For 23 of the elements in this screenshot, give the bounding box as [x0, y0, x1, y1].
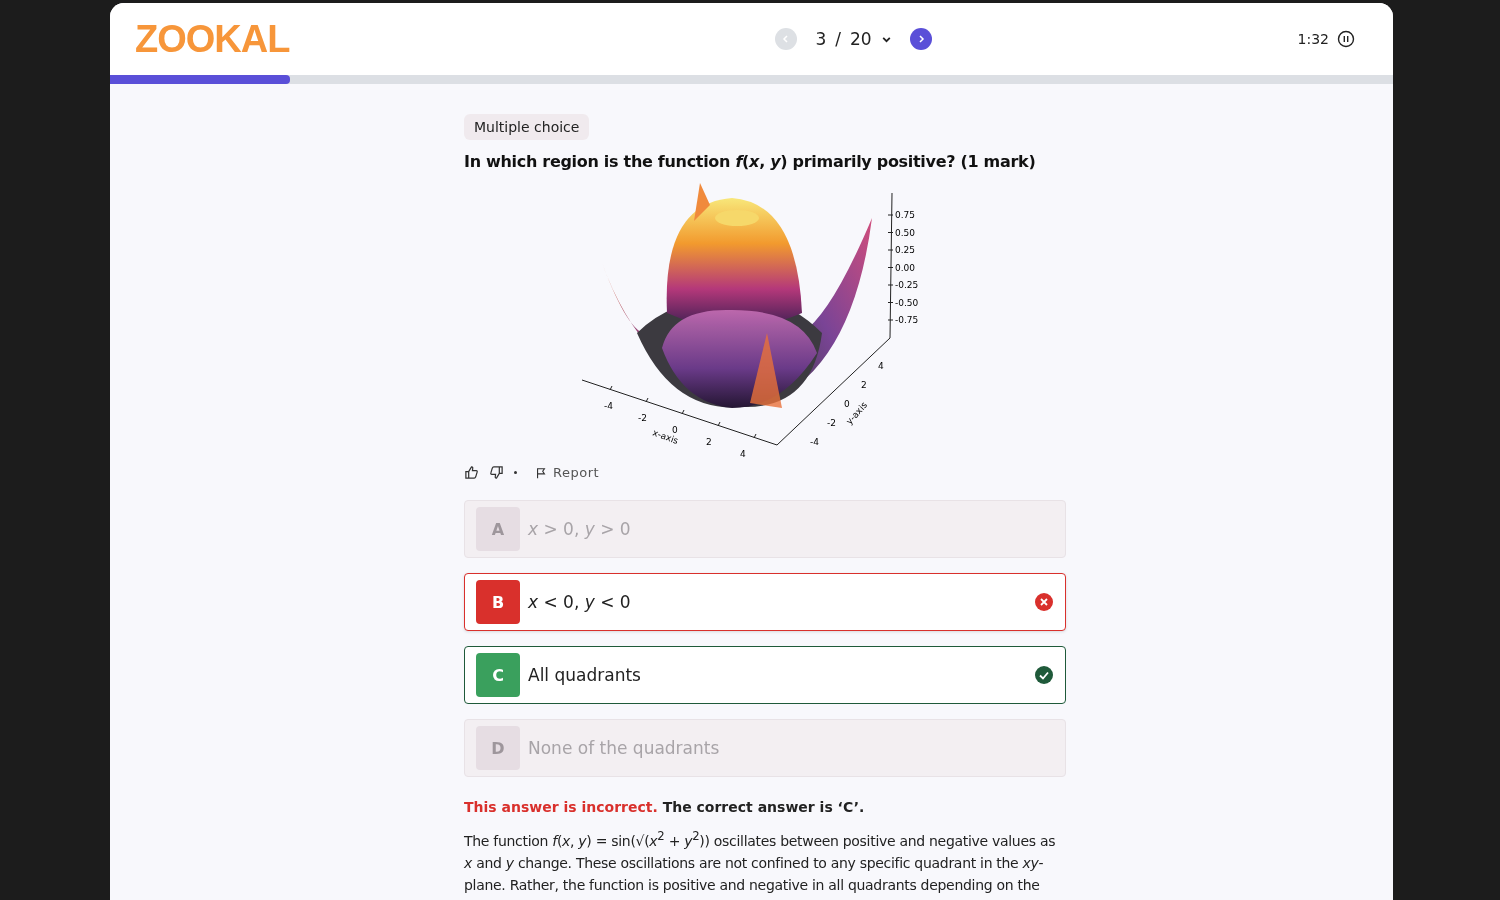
cross-icon — [1035, 593, 1053, 611]
thumbs-up-icon[interactable] — [464, 465, 479, 480]
explanation-text: The function f(x, y) = sin(√(x$^{2}$ + y$^{2}$)) oscillates between positive and negative values as x and y change. These oscillations are not confined to any specific quadrant in the xy-plane. Rather, the function is positive and negative in all quadrants depending on the — [464, 828, 1057, 895]
question-selector[interactable]: 3 / 20 — [815, 29, 892, 49]
answer-option[interactable]: B x < 0, y < 0 — [464, 573, 1066, 631]
option-letter: A — [476, 507, 520, 551]
verdict-text: This answer is incorrect. — [464, 799, 658, 815]
question-text: In which region is the function f(x, y) primarily positive? (1 mark) — [464, 152, 1037, 171]
option-letter: C — [476, 653, 520, 697]
separator-dot — [514, 471, 517, 474]
correct-answer-text: The correct answer is ‘C’. — [662, 799, 865, 815]
answer-option[interactable]: C All quadrants — [464, 646, 1066, 704]
next-button[interactable] — [909, 28, 932, 50]
option-letter: B — [476, 580, 520, 624]
report-button[interactable]: Report — [527, 465, 600, 480]
flag-icon — [535, 466, 547, 479]
thumbs-down-icon[interactable] — [489, 465, 504, 480]
timer: 1:32 — [1297, 31, 1329, 47]
question-type-tag: Multiple choice — [464, 114, 590, 140]
option-letter: D — [476, 726, 520, 770]
x-axis: -4 -2 0 2 4 x-axis — [582, 379, 778, 459]
check-icon — [1035, 666, 1053, 684]
pause-icon[interactable] — [1337, 30, 1355, 48]
